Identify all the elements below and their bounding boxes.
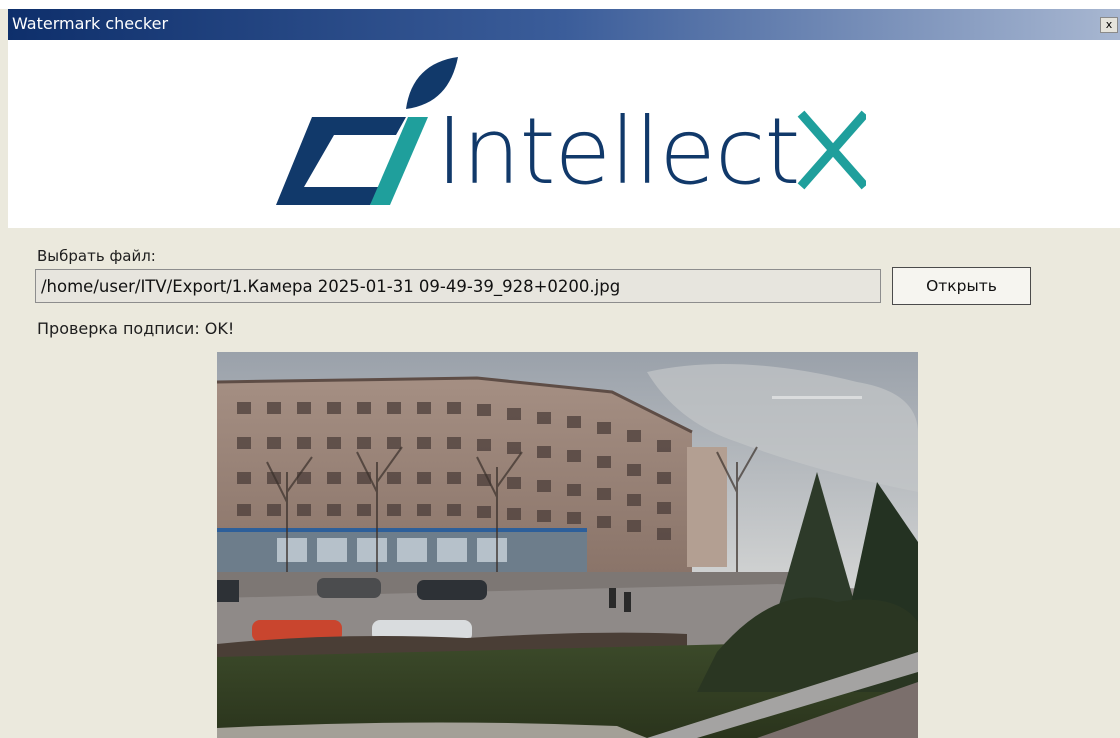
close-icon: x [1105, 18, 1113, 31]
camera-snapshot-image [217, 352, 918, 738]
pedestrian [624, 592, 631, 612]
intellectx-logo: Intellect [276, 57, 866, 205]
select-file-label: Выбрать файл: [37, 247, 156, 265]
close-button[interactable]: x [1100, 17, 1118, 33]
window-title: Watermark checker [12, 14, 169, 33]
open-button[interactable]: Открыть [892, 267, 1031, 305]
pedestrian [609, 588, 616, 608]
logo-banner: Intellect [8, 40, 1120, 228]
background-document-strip [0, 0, 1120, 9]
side-building [687, 447, 727, 567]
watermark-checker-window: Watermark checker x Intellect Выбрать фа… [8, 9, 1120, 738]
video-overlay-watermark [772, 396, 862, 399]
car [317, 578, 381, 598]
title-bar[interactable]: Watermark checker x [8, 9, 1120, 40]
logo-wordmark: Intellect [436, 98, 800, 205]
car [217, 580, 239, 602]
file-path-input[interactable] [35, 269, 881, 303]
signature-status: Проверка подписи: OK! [37, 319, 235, 338]
logo-x-letter [797, 110, 866, 190]
car [417, 580, 487, 600]
